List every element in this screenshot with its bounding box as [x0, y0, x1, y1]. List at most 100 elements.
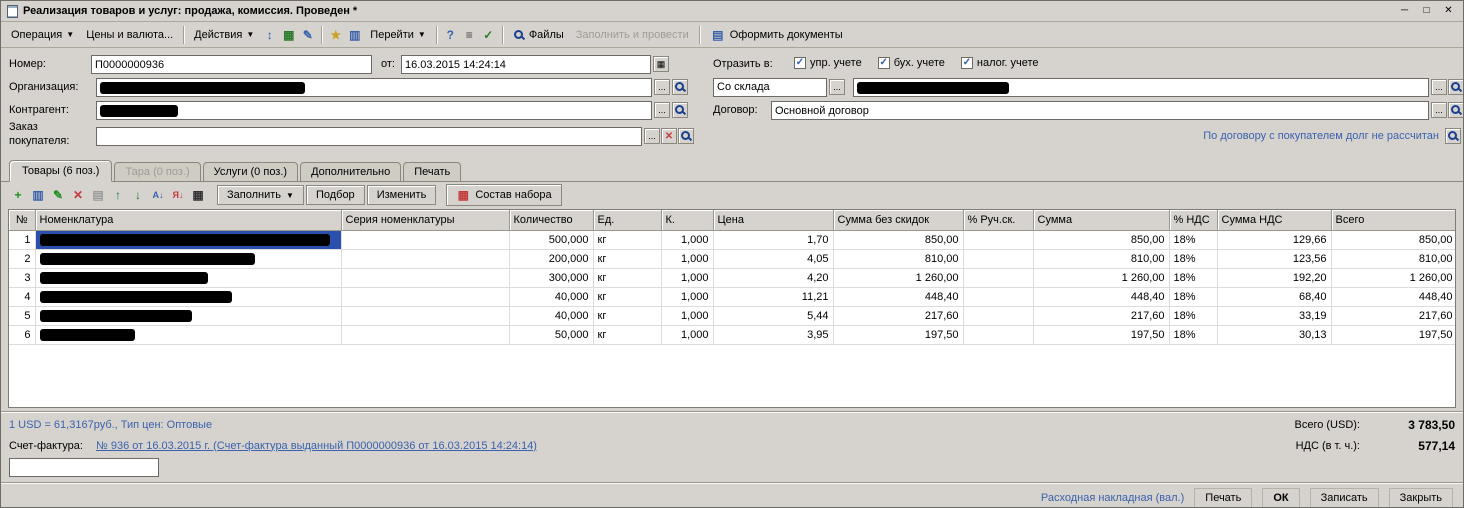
minimize-icon[interactable]: ─ [1396, 4, 1413, 19]
cell-total[interactable]: 850,00 [1331, 230, 1456, 249]
debt-open-button[interactable] [1445, 128, 1461, 144]
counterparty-input[interactable] [96, 101, 652, 120]
cell-k[interactable]: 1,000 [661, 268, 713, 287]
cell-qty[interactable]: 200,000 [509, 249, 593, 268]
contract-open-button[interactable] [1448, 102, 1464, 118]
cell-vat-sum[interactable]: 192,20 [1217, 268, 1331, 287]
cell-name[interactable] [35, 249, 341, 268]
cell-vat-sum[interactable]: 30,13 [1217, 325, 1331, 344]
cell-num[interactable]: 1 [9, 230, 35, 249]
move-down-icon[interactable]: ↓ [129, 186, 147, 204]
cell-qty[interactable]: 300,000 [509, 268, 593, 287]
column-header-7[interactable]: Сумма без скидок [833, 210, 963, 230]
column-header-0[interactable]: № [9, 210, 35, 230]
cell-manual-discount[interactable] [963, 306, 1033, 325]
column-header-6[interactable]: Цена [713, 210, 833, 230]
cell-k[interactable]: 1,000 [661, 287, 713, 306]
cell-series[interactable] [341, 249, 509, 268]
table-row[interactable]: 6 50,000кг1,0003,95197,50 197,5018%30,13… [9, 325, 1456, 344]
cell-series[interactable] [341, 325, 509, 344]
checklist-icon[interactable]: ✓ [479, 25, 498, 44]
delete-row-icon[interactable]: ✕ [69, 186, 87, 204]
cell-vat-sum[interactable]: 33,19 [1217, 306, 1331, 325]
table-row[interactable]: 4 40,000кг1,00011,21448,40 448,4018%68,4… [9, 287, 1456, 306]
cell-sum[interactable]: 810,00 [1033, 249, 1169, 268]
cell-sum-wo-discount[interactable]: 850,00 [833, 230, 963, 249]
cell-price[interactable]: 1,70 [713, 230, 833, 249]
table-row[interactable]: 5 40,000кг1,0005,44217,60 217,6018%33,19… [9, 306, 1456, 325]
cell-num[interactable]: 5 [9, 306, 35, 325]
set-contents-button[interactable]: ▦ Состав набора [446, 184, 561, 206]
counterparty-select-button[interactable]: ... [654, 102, 670, 118]
table-row[interactable]: 2 200,000кг1,0004,05810,00 810,0018%123,… [9, 249, 1456, 268]
cell-num[interactable]: 6 [9, 325, 35, 344]
files-button[interactable]: Файлы [507, 26, 570, 44]
cell-k[interactable]: 1,000 [661, 325, 713, 344]
cell-name[interactable] [35, 306, 341, 325]
pick-button[interactable]: Подбор [306, 185, 365, 205]
edit-postings-icon[interactable]: ✎ [298, 25, 317, 44]
order-select-button[interactable]: ... [644, 128, 660, 144]
cell-name[interactable] [35, 230, 341, 249]
organization-open-button[interactable] [672, 79, 688, 95]
date-input[interactable] [401, 55, 651, 74]
cell-vat-percent[interactable]: 18% [1169, 230, 1217, 249]
cell-qty[interactable]: 500,000 [509, 230, 593, 249]
order-open-button[interactable] [678, 128, 694, 144]
warehouse-mode-select-button[interactable]: ... [829, 79, 845, 95]
contract-input[interactable] [771, 101, 1429, 120]
cell-k[interactable]: 1,000 [661, 249, 713, 268]
customer-order-input[interactable] [96, 127, 642, 146]
issue-documents-button[interactable]: ▤ Оформить документы [704, 24, 849, 46]
cell-vat-percent[interactable]: 18% [1169, 306, 1217, 325]
column-header-3[interactable]: Количество [509, 210, 593, 230]
operation-menu[interactable]: Операция ▼ [5, 26, 80, 44]
organization-input[interactable] [96, 78, 652, 97]
cell-unit[interactable]: кг [593, 249, 661, 268]
actions-menu[interactable]: Действия ▼ [188, 26, 260, 44]
save-button[interactable]: Записать [1310, 488, 1379, 508]
fill-and-post-button[interactable]: Заполнить и провести [570, 26, 695, 44]
create-based-on-icon[interactable]: ★ [326, 25, 345, 44]
invoice-link[interactable]: № 936 от 16.03.2015 г. (Счет-фактура выд… [96, 440, 537, 452]
subordination-structure-icon[interactable]: ↕ [260, 25, 279, 44]
cell-price[interactable]: 4,05 [713, 249, 833, 268]
cell-price[interactable]: 5,44 [713, 306, 833, 325]
comment-input[interactable] [9, 458, 159, 477]
cell-name[interactable] [35, 287, 341, 306]
cell-sum-wo-discount[interactable]: 810,00 [833, 249, 963, 268]
cell-unit[interactable]: кг [593, 287, 661, 306]
warehouse-input[interactable] [853, 78, 1429, 97]
cell-vat-percent[interactable]: 18% [1169, 325, 1217, 344]
sort-asc-icon[interactable]: А↓ [149, 186, 167, 204]
cell-qty[interactable]: 40,000 [509, 306, 593, 325]
column-header-8[interactable]: % Руч.ск. [963, 210, 1033, 230]
ok-button[interactable]: ОК [1262, 488, 1299, 508]
cell-total[interactable]: 448,40 [1331, 287, 1456, 306]
cell-sum[interactable]: 850,00 [1033, 230, 1169, 249]
cell-name[interactable] [35, 325, 341, 344]
edit-row-icon[interactable]: ✎ [49, 186, 67, 204]
cell-series[interactable] [341, 287, 509, 306]
cell-sum[interactable]: 217,60 [1033, 306, 1169, 325]
cell-vat-percent[interactable]: 18% [1169, 287, 1217, 306]
cell-manual-discount[interactable] [963, 230, 1033, 249]
cell-sum[interactable]: 1 260,00 [1033, 268, 1169, 287]
cell-total[interactable]: 217,60 [1331, 306, 1456, 325]
add-row-icon[interactable]: + [9, 186, 27, 204]
maximize-icon[interactable]: □ [1418, 4, 1435, 19]
column-header-2[interactable]: Серия номенклатуры [341, 210, 509, 230]
cell-unit[interactable]: кг [593, 230, 661, 249]
tab-2[interactable]: Услуги (0 поз.) [203, 162, 298, 182]
cell-series[interactable] [341, 230, 509, 249]
cell-num[interactable]: 3 [9, 268, 35, 287]
column-header-12[interactable]: Всего [1331, 210, 1456, 230]
reflect-checkbox-1[interactable]: ✓бух. учете [878, 57, 945, 69]
tab-4[interactable]: Печать [403, 162, 461, 182]
cell-series[interactable] [341, 268, 509, 287]
column-header-9[interactable]: Сумма [1033, 210, 1169, 230]
cell-sum-wo-discount[interactable]: 217,60 [833, 306, 963, 325]
cell-name[interactable] [35, 268, 341, 287]
cell-price[interactable]: 11,21 [713, 287, 833, 306]
cell-vat-percent[interactable]: 18% [1169, 268, 1217, 287]
